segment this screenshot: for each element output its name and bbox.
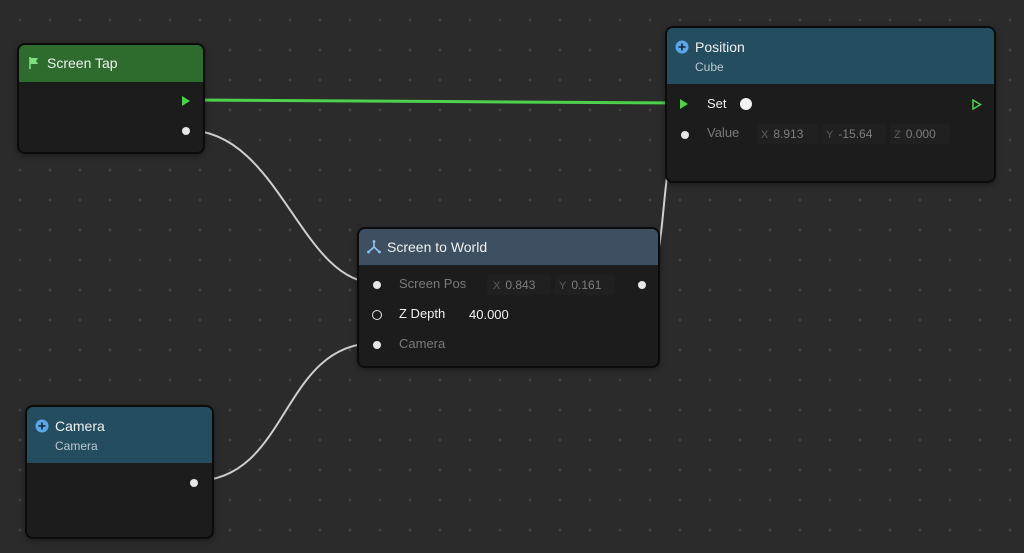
value-input-port[interactable] [681, 131, 689, 139]
position-header[interactable]: Position Cube [667, 28, 994, 84]
node-title: Screen Tap [47, 55, 118, 71]
flag-icon [29, 57, 38, 69]
plus-circle-icon [675, 40, 689, 54]
exec-output-port[interactable] [182, 96, 190, 106]
camera-input-port[interactable] [373, 341, 381, 349]
exec-wire-screen-tap-to-position-set[interactable] [192, 98, 681, 105]
exec-output-port[interactable] [972, 99, 982, 110]
value-x-field[interactable]: X 8.913 [757, 124, 818, 144]
axes-icon [367, 240, 381, 254]
node-subtitle: Camera [55, 439, 98, 453]
node-subtitle: Cube [695, 60, 724, 74]
screen-pos-label: Screen Pos [399, 276, 467, 291]
z-depth-value[interactable]: 40.000 [469, 307, 509, 323]
exec-input-port[interactable] [680, 99, 688, 109]
data-wire-camera-to-screen-to-world[interactable] [193, 342, 377, 482]
value-label: Value [707, 125, 740, 140]
set-toggle[interactable] [740, 98, 752, 110]
camera-header[interactable]: Camera Camera [27, 407, 212, 463]
screen-pos-x-field[interactable]: X 0.843 [487, 275, 551, 295]
graph-canvas[interactable]: Screen Tap Position Cube Set Value X 8.91… [0, 0, 1024, 553]
camera-label: Camera [399, 336, 446, 351]
z-depth-input-port[interactable] [372, 310, 382, 320]
data-output-port[interactable] [182, 127, 190, 135]
camera-output-port[interactable] [190, 479, 198, 487]
camera-node[interactable]: Camera Camera [25, 405, 214, 539]
node-title: Position [695, 39, 745, 55]
position-node[interactable]: Position Cube Set Value X 8.913 Y -15.64 Z… [665, 26, 996, 183]
screen-to-world-node[interactable]: Screen to World Screen Pos X 0.843 Y 0.161… [357, 227, 660, 368]
plus-circle-icon [35, 419, 49, 433]
value-z-field[interactable]: Z 0.000 [890, 124, 950, 144]
node-title: Screen to World [387, 239, 488, 255]
value-y-field[interactable]: Y -15.64 [822, 124, 886, 144]
world-pos-output-port[interactable] [638, 281, 646, 289]
set-label: Set [707, 96, 727, 111]
node-title: Camera [55, 418, 105, 434]
data-wire-screen-tap-to-screen-pos[interactable] [185, 129, 377, 284]
screen-tap-node[interactable]: Screen Tap [17, 43, 205, 154]
z-depth-label: Z Depth [399, 306, 446, 321]
screen-to-world-header[interactable]: Screen to World [359, 229, 658, 265]
screen-pos-y-field[interactable]: Y 0.161 [555, 275, 615, 295]
screen-tap-header[interactable]: Screen Tap [19, 45, 203, 82]
screen-pos-input-port[interactable] [373, 281, 381, 289]
